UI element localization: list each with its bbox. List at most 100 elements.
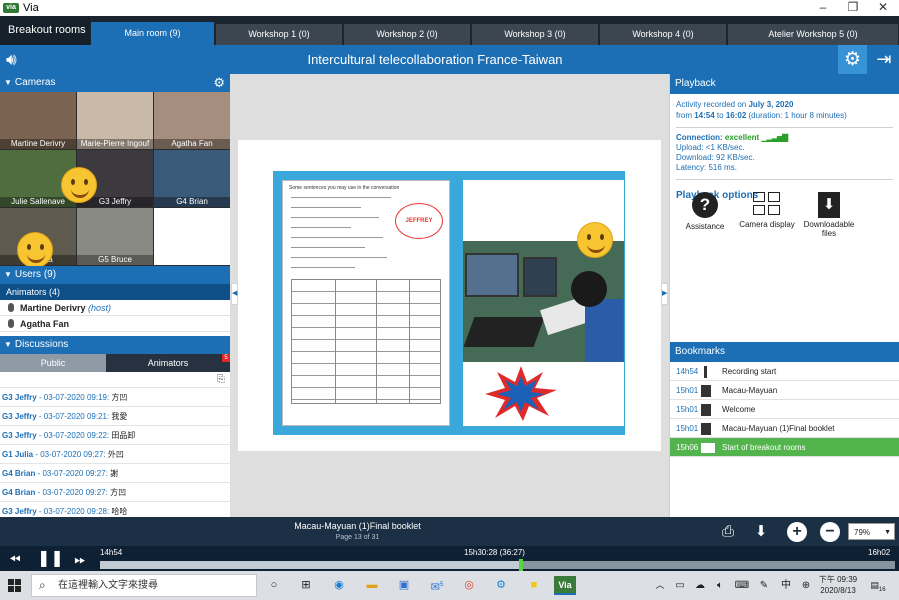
camera-grid: Martine Derivry Marie-Pierre Ingouf Agat… bbox=[0, 92, 230, 268]
sticky-notes-icon[interactable]: ■ bbox=[524, 576, 544, 595]
notification-icon[interactable]: ▤16 bbox=[868, 576, 888, 595]
gear-icon[interactable]: ⚙ bbox=[838, 45, 867, 74]
taskbar-search-input[interactable]: ⌕ 在這裡輸入文字來搜尋 bbox=[31, 574, 257, 597]
document-icon bbox=[701, 385, 711, 397]
camera-tile[interactable]: G5 Bruce bbox=[77, 208, 153, 265]
cloud-icon[interactable]: ☁ bbox=[690, 576, 710, 595]
room-tabs: Breakout rooms Main room (9) Workshop 1 … bbox=[0, 16, 899, 45]
taskbar-clock[interactable]: 下午 09:39 2020/8/13 bbox=[817, 574, 859, 596]
store-icon[interactable]: ▣ bbox=[394, 576, 414, 595]
smiley-emoji-icon bbox=[577, 222, 613, 258]
tab-workshop-2[interactable]: Workshop 2 (0) bbox=[344, 24, 471, 45]
minimize-button[interactable]: – bbox=[808, 0, 838, 16]
downloadable-files-button[interactable]: ⬇ Downloadable files bbox=[798, 192, 860, 238]
chat-message: G4 Brian - 03-07-2020 09:27: 方凹 bbox=[0, 483, 230, 502]
exit-icon[interactable]: ⇥ bbox=[869, 45, 899, 74]
close-button[interactable]: ✕ bbox=[868, 0, 898, 16]
mail-icon[interactable]: ✉5 bbox=[427, 576, 447, 595]
battery-icon[interactable]: ▭ bbox=[670, 576, 690, 595]
cameras-label: Cameras bbox=[14, 77, 56, 88]
zoom-select[interactable]: 79% ▼ bbox=[848, 523, 895, 540]
recording-start-icon bbox=[704, 366, 707, 378]
camera-name: G4 Brian bbox=[154, 197, 230, 207]
collapse-triangle-icon: ▼ bbox=[4, 78, 12, 87]
discussion-tabs: Public Animators 5 bbox=[0, 354, 230, 372]
tab-workshop-4[interactable]: Workshop 4 (0) bbox=[600, 24, 727, 45]
timeline-start: 14h54 bbox=[100, 548, 123, 557]
bookmark-item[interactable]: 15h01 Welcome bbox=[670, 400, 899, 419]
chat-message: G4 Brian - 03-07-2020 09:27: 謝 bbox=[0, 464, 230, 483]
export-icon[interactable]: ⎘ bbox=[217, 374, 225, 385]
tab-main-room[interactable]: Main room (9) bbox=[91, 22, 215, 45]
windows-start-icon[interactable] bbox=[8, 579, 21, 592]
via-taskbar-icon[interactable]: Via bbox=[554, 576, 576, 595]
animators-header[interactable]: Animators (4) bbox=[0, 284, 230, 300]
bookmarks-header: Bookmarks bbox=[670, 342, 899, 362]
zoom-in-icon[interactable]: + bbox=[787, 522, 807, 542]
timeline-icon[interactable]: ⊞ bbox=[296, 576, 316, 595]
chat-message: G3 Jeffry - 03-07-2020 09:22: 田品卸 bbox=[0, 426, 230, 445]
edge-browser-icon[interactable]: ◉ bbox=[329, 576, 349, 595]
camera-name: Agatha Fan bbox=[154, 139, 230, 149]
chevron-down-icon: ▼ bbox=[884, 529, 891, 536]
file-explorer-icon[interactable]: ▬ bbox=[362, 576, 382, 595]
app-icon[interactable]: ⚙ bbox=[491, 576, 511, 595]
bookmark-item[interactable]: 15h01 Macau-Mayuan bbox=[670, 381, 899, 400]
bookmark-item[interactable]: 15h01 Macau-Mayuan (1)Final booklet bbox=[670, 419, 899, 438]
windows-taskbar: ⌕ 在這裡輸入文字來搜尋 ○ ⊞ ◉ ▬ ▣ ✉5 ◎ ⚙ ■ Via ︿ ▭ ☁… bbox=[0, 571, 899, 600]
starburst-graphic bbox=[485, 366, 557, 421]
tab-animators[interactable]: Animators 5 bbox=[106, 354, 230, 372]
users-header[interactable]: ▼ Users (9) bbox=[0, 266, 230, 284]
bookmark-item-active[interactable]: 15h06 Start of breakout rooms bbox=[670, 438, 899, 457]
tab-workshop-3[interactable]: Workshop 3 (0) bbox=[472, 24, 599, 45]
collapse-right-panel-icon[interactable]: ▶ bbox=[661, 283, 668, 305]
tab-public[interactable]: Public bbox=[0, 354, 106, 372]
fast-forward-icon[interactable]: ⏩︎ bbox=[69, 549, 91, 569]
assistance-button[interactable]: ? Assistance bbox=[670, 192, 740, 231]
show-hidden-icons-chevron[interactable]: ︿ bbox=[650, 576, 670, 595]
language-icon[interactable]: ⊕ bbox=[796, 576, 816, 595]
chat-message: G3 Jeffry - 03-07-2020 09:28: 哈哈 bbox=[0, 502, 230, 517]
network-icon[interactable]: ⌨ bbox=[732, 576, 752, 595]
worksheet-table bbox=[291, 279, 441, 404]
camera-tile[interactable]: Marie-Pierre Ingouf bbox=[77, 92, 153, 149]
timeline-track[interactable] bbox=[100, 559, 895, 571]
camera-tile[interactable]: G4 Brian bbox=[154, 150, 230, 207]
user-row[interactable]: Martine Derivry (host) bbox=[0, 300, 230, 316]
speaker-icon[interactable]: 🔊︎ bbox=[6, 50, 17, 70]
page-indicator: Page 13 of 31 bbox=[335, 534, 380, 541]
cameras-header[interactable]: ▼ Cameras ⚙ bbox=[0, 74, 230, 92]
print-icon[interactable]: ⎙ bbox=[718, 522, 738, 542]
collapse-left-panel-icon[interactable]: ◀ bbox=[231, 283, 238, 305]
discussions-header[interactable]: ▼ Discussions bbox=[0, 336, 230, 354]
playback-bar: ⏪︎ ❚❚ ⏩︎ 14h54 15h30:28 (36:27) 16h02 bbox=[0, 546, 899, 571]
pause-icon[interactable]: ❚❚ bbox=[37, 549, 64, 569]
zoom-out-icon[interactable]: − bbox=[820, 522, 840, 542]
volume-icon[interactable]: 🔈︎ bbox=[710, 576, 730, 595]
collapse-triangle-icon: ▼ bbox=[4, 270, 12, 279]
users-label: Users (9) bbox=[14, 269, 57, 280]
camera-display-button[interactable]: Camera display bbox=[732, 192, 802, 229]
timeline-handle[interactable] bbox=[519, 559, 524, 571]
smiley-emoji-icon bbox=[17, 232, 53, 268]
camera-settings-gear-icon[interactable]: ⚙ bbox=[213, 74, 225, 92]
rewind-icon[interactable]: ⏪︎ bbox=[4, 549, 26, 569]
message-list: G3 Jeffry - 03-07-2020 09:19: 方凹 G3 Jeff… bbox=[0, 388, 230, 517]
tab-workshop-5[interactable]: Atelier Workshop 5 (0) bbox=[728, 24, 899, 45]
breakout-rooms-label: Breakout rooms bbox=[0, 16, 90, 45]
maximize-button[interactable]: ❐ bbox=[838, 0, 868, 16]
document-icon bbox=[701, 423, 711, 435]
camera-tile[interactable]: Martine Derivry bbox=[0, 92, 76, 149]
chrome-icon[interactable]: ◎ bbox=[459, 576, 479, 595]
task-view-icon[interactable]: ○ bbox=[264, 576, 284, 595]
tab-workshop-1[interactable]: Workshop 1 (0) bbox=[216, 24, 343, 45]
document-viewer: Some sentences you may use in the conver… bbox=[230, 74, 669, 517]
ime-indicator[interactable]: 中 bbox=[776, 576, 796, 595]
bookmark-item[interactable]: 14h54 Recording start bbox=[670, 362, 899, 381]
camera-name: Marie-Pierre Ingouf bbox=[77, 139, 153, 149]
user-row[interactable]: Agatha Fan bbox=[0, 316, 230, 332]
pen-icon[interactable]: ✎ bbox=[754, 576, 774, 595]
camera-tile[interactable]: Agatha Fan bbox=[154, 92, 230, 149]
download-icon[interactable]: ⬇ bbox=[751, 522, 771, 542]
worksheet-image: Some sentences you may use in the conver… bbox=[282, 180, 450, 426]
